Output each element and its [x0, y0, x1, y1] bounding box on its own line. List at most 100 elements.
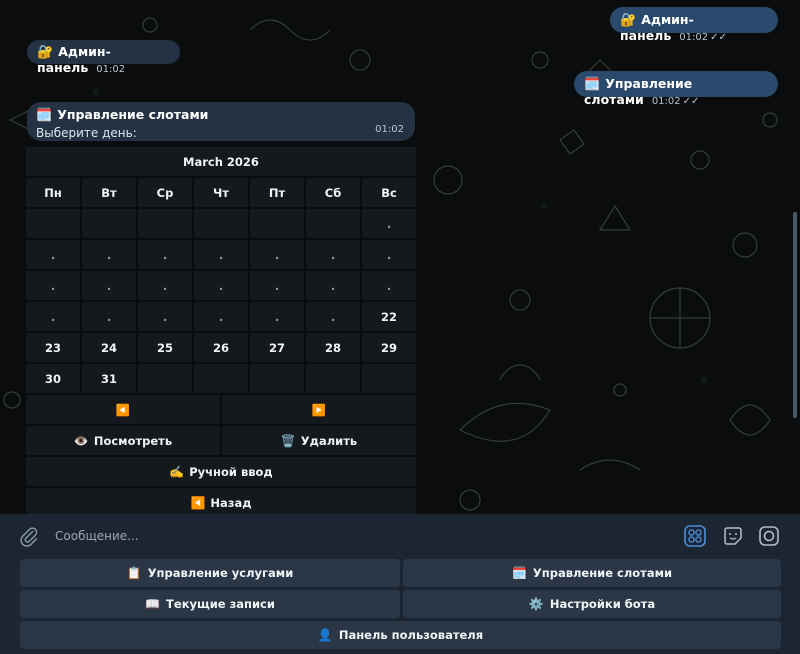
- chat-scrollbar[interactable]: [793, 212, 797, 418]
- message-admin-panel-outgoing[interactable]: 🔐 Админ-панель 01:02 ✓✓: [610, 7, 778, 43]
- manual-input-button[interactable]: ✍️ Ручной ввод: [26, 457, 416, 486]
- calendar-day-button[interactable]: [82, 209, 136, 238]
- gear-icon: ⚙️: [528, 597, 544, 611]
- calendar-day-button[interactable]: .: [250, 302, 304, 331]
- calendar-week-row: .......: [26, 271, 416, 300]
- calendar-day-button[interactable]: .: [26, 302, 80, 331]
- calendar-grid: ..................... 22 23 24 25 26 27 28 29 30 3…: [26, 209, 416, 393]
- calendar-day-button[interactable]: 28: [306, 333, 360, 362]
- calendar-day-button[interactable]: 24: [82, 333, 136, 362]
- calendar-day-button[interactable]: .: [82, 302, 136, 331]
- calendar-day-button[interactable]: 31: [82, 364, 136, 393]
- weekday-label[interactable]: Чт: [194, 178, 248, 207]
- manage-slots-label: Управление слотами: [532, 566, 673, 580]
- calendar-day-button[interactable]: .: [194, 302, 248, 331]
- manual-input-label: Ручной ввод: [189, 464, 273, 479]
- message-time: 01:02: [651, 96, 681, 107]
- weekday-label[interactable]: Пт: [250, 178, 304, 207]
- calendar-day-button[interactable]: [26, 209, 80, 238]
- calendar-day-button[interactable]: [138, 364, 192, 393]
- calendar-day-button[interactable]: 23: [26, 333, 80, 362]
- calendar-day-button[interactable]: .: [82, 240, 136, 269]
- calendar-day-button[interactable]: .: [306, 240, 360, 269]
- weekday-label[interactable]: Вт: [82, 178, 136, 207]
- message-time: 01:02: [96, 64, 126, 75]
- calendar-day-button[interactable]: .: [138, 240, 192, 269]
- calendar-day-button[interactable]: .: [194, 271, 248, 300]
- manage-slots-button[interactable]: 🗓️ Управление слотами: [403, 559, 781, 587]
- weekday-label[interactable]: Сб: [306, 178, 360, 207]
- calendar-day-button[interactable]: [362, 364, 416, 393]
- message-composer: Сообщение...: [0, 514, 800, 558]
- message-input[interactable]: Сообщение...: [55, 529, 139, 543]
- attach-icon[interactable]: [18, 526, 40, 548]
- user-panel-button[interactable]: 👤 Панель пользователя: [20, 621, 781, 649]
- calendar-day-button[interactable]: .: [306, 271, 360, 300]
- calendar-day-button[interactable]: [250, 364, 304, 393]
- message-time: 01:02: [375, 124, 404, 135]
- weekday-row: Пн Вт Ср Чт Пт Сб Вс: [26, 178, 416, 207]
- message-slots-outgoing[interactable]: 🗓️ Управление слотами 01:02 ✓✓: [574, 71, 778, 107]
- message-subtitle: Выберите день:: [36, 126, 137, 140]
- calendar-day-button[interactable]: [250, 209, 304, 238]
- writing-hand-icon: ✍️: [169, 464, 185, 479]
- calendar-week-row: .......: [26, 240, 416, 269]
- calendar-icon: 🗓️: [36, 108, 53, 123]
- calendar-day-button[interactable]: .: [362, 209, 416, 238]
- bot-settings-label: Настройки бота: [549, 597, 656, 611]
- calendar-day-button[interactable]: .: [194, 240, 248, 269]
- weekday-label[interactable]: Ср: [138, 178, 192, 207]
- current-bookings-button[interactable]: 📖 Текущие записи: [20, 590, 400, 618]
- manage-services-button[interactable]: 📋 Управление услугами: [20, 559, 400, 587]
- calendar-day-button[interactable]: 29: [362, 333, 416, 362]
- calendar-month-label[interactable]: March 2026: [26, 147, 416, 176]
- calendar-day-button[interactable]: .: [138, 271, 192, 300]
- calendar-day-button[interactable]: .: [26, 271, 80, 300]
- calendar-day-button[interactable]: [138, 209, 192, 238]
- chat-area: 🔐 Админ-панель 01:02 🔐 Админ-панель 01:02 ✓✓ …: [0, 0, 800, 514]
- calendar-day-button[interactable]: 27: [250, 333, 304, 362]
- calendar-day-button[interactable]: .: [362, 240, 416, 269]
- current-bookings-label: Текущие записи: [166, 597, 275, 611]
- view-button[interactable]: 👁️ Посмотреть: [26, 426, 220, 455]
- calendar-day-button[interactable]: .: [250, 240, 304, 269]
- bot-keyboard-icon[interactable]: [683, 524, 707, 548]
- calendar-week-row: 23 24 25 26 27 28 29: [26, 333, 416, 362]
- calendar-day-button[interactable]: [306, 364, 360, 393]
- message-admin-panel-incoming[interactable]: 🔐 Админ-панель 01:02: [27, 40, 180, 75]
- calendar-day-button[interactable]: 30: [26, 364, 80, 393]
- user-panel-label: Панель пользователя: [338, 628, 484, 642]
- camera-icon[interactable]: [757, 524, 781, 548]
- left-arrow-icon: ◀️: [115, 402, 131, 417]
- calendar-day-button[interactable]: .: [306, 302, 360, 331]
- manage-services-label: Управление услугами: [147, 566, 294, 580]
- calendar-day-button[interactable]: 26: [194, 333, 248, 362]
- eye-icon: 👁️: [73, 433, 89, 448]
- read-checks-icon: ✓✓: [682, 96, 700, 107]
- calendar-day-button[interactable]: .: [82, 271, 136, 300]
- back-button[interactable]: ◀️ Назад: [26, 488, 416, 514]
- weekday-label[interactable]: Вс: [362, 178, 416, 207]
- calendar-day-button[interactable]: 25: [138, 333, 192, 362]
- calendar-day-button[interactable]: [194, 209, 248, 238]
- back-label: Назад: [210, 495, 252, 510]
- back-arrow-icon: ◀️: [190, 495, 206, 510]
- sticker-icon[interactable]: [721, 524, 745, 548]
- calendar-week-row: ...... 22: [26, 302, 416, 331]
- bot-settings-button[interactable]: ⚙️ Настройки бота: [403, 590, 781, 618]
- calendar-day-button[interactable]: 22: [362, 302, 416, 331]
- next-month-button[interactable]: ▶️: [222, 395, 416, 424]
- calendar-day-button[interactable]: [306, 209, 360, 238]
- book-icon: 📖: [145, 597, 161, 611]
- delete-button[interactable]: 🗑️ Удалить: [222, 426, 416, 455]
- calendar-day-button[interactable]: .: [26, 240, 80, 269]
- calendar-day-button[interactable]: .: [362, 271, 416, 300]
- calendar-day-button[interactable]: .: [138, 302, 192, 331]
- calendar-day-button[interactable]: [194, 364, 248, 393]
- prev-month-button[interactable]: ◀️: [26, 395, 220, 424]
- weekday-label[interactable]: Пн: [26, 178, 80, 207]
- calendar-week-row: 30 31: [26, 364, 416, 393]
- read-checks-icon: ✓✓: [710, 32, 727, 43]
- message-slots-incoming[interactable]: 🗓️ Управление слотами Выберите день: 01:0…: [27, 102, 415, 141]
- calendar-day-button[interactable]: .: [250, 271, 304, 300]
